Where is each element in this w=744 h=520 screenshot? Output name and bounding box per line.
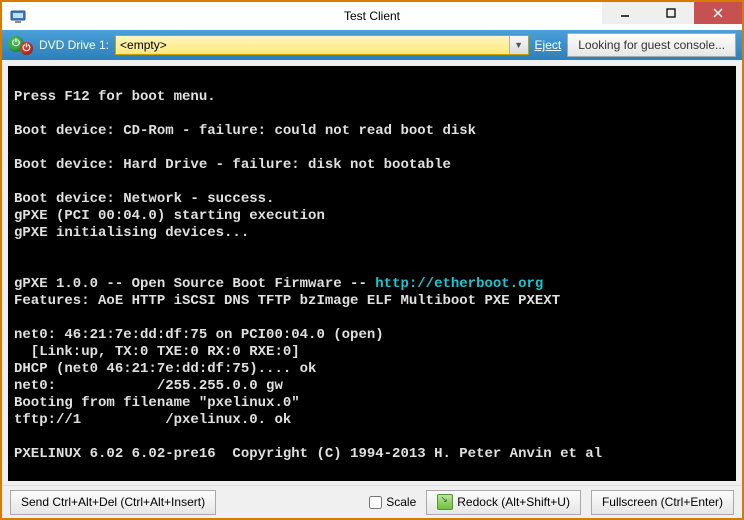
bottom-bar: Send Ctrl+Alt+Del (Ctrl+Alt+Insert) Scal… — [2, 485, 742, 518]
etherboot-link[interactable]: http://etherboot.org — [375, 276, 543, 292]
chevron-down-icon: ▼ — [509, 36, 528, 54]
guest-console-button[interactable]: Looking for guest console... — [567, 33, 736, 57]
redock-icon — [437, 494, 453, 510]
dvd-drive-value: <empty> — [120, 38, 167, 52]
toolbar: ⏻ ⏻ DVD Drive 1: <empty> ▼ Eject Looking… — [2, 30, 742, 60]
fullscreen-button[interactable]: Fullscreen (Ctrl+Enter) — [591, 490, 734, 515]
scale-checkbox[interactable]: Scale — [369, 495, 416, 509]
redock-label: Redock (Alt+Shift+U) — [457, 495, 570, 509]
scale-checkbox-input[interactable] — [369, 496, 382, 509]
close-button[interactable] — [694, 2, 742, 24]
maximize-button[interactable] — [648, 2, 694, 24]
redock-button[interactable]: Redock (Alt+Shift+U) — [426, 490, 581, 515]
dvd-drive-label: DVD Drive 1: — [39, 38, 109, 52]
power-off-icon: ⏻ — [20, 42, 33, 55]
console-area: Press F12 for boot menu. Boot device: CD… — [2, 60, 742, 485]
scale-label: Scale — [386, 495, 416, 509]
window-controls — [602, 2, 742, 24]
app-window: Test Client ⏻ ⏻ DVD Drive 1: <empty> ▼ E… — [0, 0, 744, 520]
console-text-pre: Press F12 for boot menu. Boot device: CD… — [14, 89, 476, 292]
power-icons[interactable]: ⏻ ⏻ — [8, 36, 33, 55]
titlebar: Test Client — [2, 2, 742, 30]
send-ctrl-alt-del-button[interactable]: Send Ctrl+Alt+Del (Ctrl+Alt+Insert) — [10, 490, 216, 515]
console-output[interactable]: Press F12 for boot menu. Boot device: CD… — [8, 66, 736, 481]
dvd-drive-select[interactable]: <empty> ▼ — [115, 35, 529, 55]
app-icon — [10, 8, 26, 24]
eject-link[interactable]: Eject — [535, 38, 562, 52]
minimize-button[interactable] — [602, 2, 648, 24]
console-text-post: Features: AoE HTTP iSCSI DNS TFTP bzImag… — [14, 293, 602, 462]
